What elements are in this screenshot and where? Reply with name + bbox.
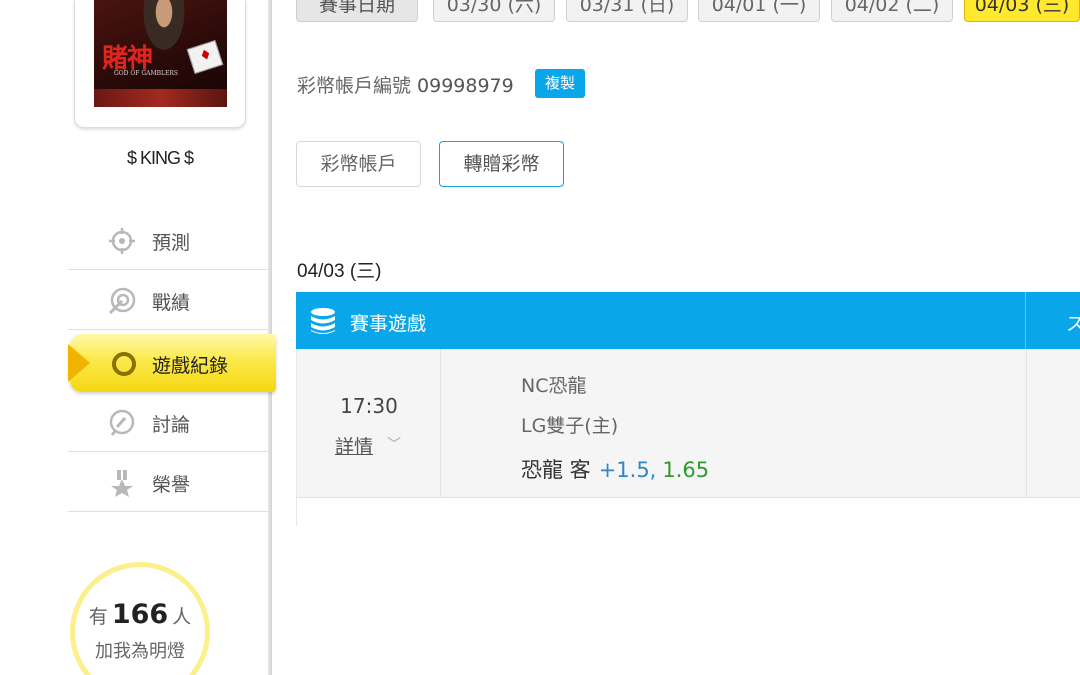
sidebar-item-record[interactable]: 戰績 (68, 270, 270, 330)
fans-count-line: 有 166 人 (75, 599, 205, 630)
table-header-divider (1025, 292, 1026, 349)
bet-odds: 1.65 (662, 458, 710, 482)
circle-record-icon (112, 352, 136, 376)
game-time: 17:30 (340, 394, 398, 418)
target-icon (108, 287, 136, 315)
account-label: 彩幣帳戶編號 (297, 75, 412, 97)
time-cell: 17:30 詳情 ﹀ (297, 349, 441, 498)
date-button[interactable]: 03/30 (六) (433, 0, 555, 22)
tab-transfer-coins[interactable]: 轉贈彩幣 (439, 141, 564, 187)
fans-badge[interactable]: 有 166 人 加我為明燈 (70, 562, 210, 675)
chat-search-icon (109, 409, 135, 436)
bet-pick: 恐龍 客 (521, 458, 591, 482)
poster-cards (186, 40, 224, 74)
fans-caption: 加我為明燈 (95, 641, 185, 662)
table-footer-space (296, 498, 1080, 526)
date-button[interactable]: 04/02 (二) (831, 0, 953, 22)
medal-icon (111, 470, 133, 497)
sidebar-item-label: 遊戲紀錄 (152, 355, 229, 377)
sidebar-item-label: 討論 (152, 414, 191, 436)
sidebar-item-label: 預測 (152, 232, 191, 254)
bet-selection: 恐龍 客 +1.5, 1.65 (521, 454, 709, 484)
date-bar-label: 賽事日期 (296, 0, 418, 22)
bet-handicap: +1.5, (598, 458, 657, 482)
fans-count: 166 (111, 599, 169, 630)
table-header-label: 賽事遊戲 (350, 313, 427, 335)
date-button-selected[interactable]: 04/03 (三) (964, 0, 1080, 22)
date-button[interactable]: 04/01 (一) (698, 0, 820, 22)
sidebar-item-predict[interactable]: 預測 (68, 210, 270, 270)
team-home: LG雙子(主) (521, 415, 619, 437)
account-number: 09998979 (417, 75, 514, 97)
table-header-next-column: ス (1066, 313, 1080, 335)
sidebar-item-discuss[interactable]: 討論 (68, 392, 270, 452)
crosshair-icon (109, 228, 135, 254)
table-header: 賽事遊戲 ス (296, 292, 1080, 349)
fans-suffix: 人 (172, 606, 192, 628)
chevron-down-icon[interactable]: ﹀ (387, 434, 401, 454)
sidebar: 賭神 GOD OF GAMBLERS $ KING $ 預測 (0, 0, 276, 675)
table-row: 17:30 詳情 ﹀ NC恐龍 LG雙子(主) 恐龍 客 +1.5, 1.65 (296, 349, 1080, 498)
date-button[interactable]: 03/31 (日) (566, 0, 688, 22)
detail-link[interactable]: 詳情 (335, 432, 373, 459)
profile-avatar[interactable]: 賭神 GOD OF GAMBLERS (94, 0, 227, 107)
account-line: 彩幣帳戶編號 09998979 (297, 71, 514, 98)
profile-card: 賭神 GOD OF GAMBLERS (74, 0, 246, 128)
day-title: 04/03 (三) (297, 261, 382, 282)
copy-button[interactable]: 複製 (535, 69, 585, 98)
poster-subtitle: GOD OF GAMBLERS (113, 70, 179, 77)
fans-prefix: 有 (88, 606, 108, 628)
poster-chips (94, 89, 227, 107)
team-away: NC恐龍 (521, 375, 587, 397)
sidebar-item-game-record[interactable]: 遊戲紀錄 (68, 334, 276, 392)
sidebar-item-label: 戰績 (152, 292, 191, 314)
tab-coin-account[interactable]: 彩幣帳戶 (296, 141, 421, 187)
coin-stack-icon (311, 308, 335, 334)
username: $ KING $ (126, 148, 194, 168)
table-column-divider (1026, 349, 1027, 498)
sidebar-item-label: 榮譽 (152, 474, 191, 496)
sidebar-item-honor[interactable]: 榮譽 (68, 452, 270, 512)
